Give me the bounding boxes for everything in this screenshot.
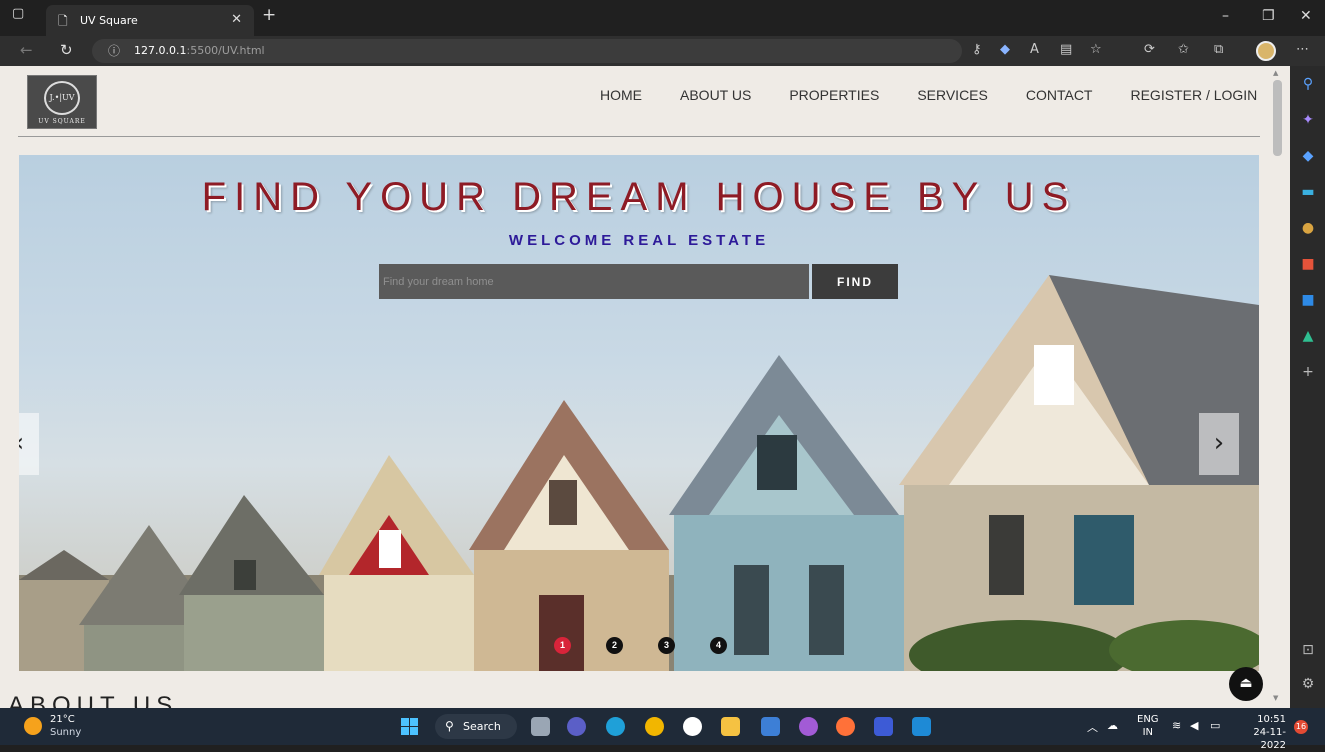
favorite-star-icon[interactable]: ☆: [1090, 42, 1102, 57]
collections-icon[interactable]: ⧉: [1214, 42, 1223, 57]
wifi-icon[interactable]: ≋: [1172, 719, 1181, 732]
weather-icon[interactable]: [24, 717, 42, 735]
start-button[interactable]: [401, 718, 418, 735]
drop-icon[interactable]: ▲: [1300, 328, 1316, 344]
minimize-icon[interactable]: –: [1222, 8, 1229, 24]
sidebar-toggle-icon[interactable]: ⊡: [1300, 642, 1316, 658]
taskbar: 21°C Sunny ⚲ Search ︿ ☁ ENG IN ≋ ◀ ▭ 10:…: [0, 708, 1325, 751]
read-aloud-icon[interactable]: A: [1030, 42, 1039, 57]
weather-temp: 21°C: [50, 714, 75, 725]
search-input[interactable]: [379, 264, 809, 299]
page-viewport: J.•|UV UV SQUARE HOME ABOUT US PROPERTIE…: [0, 66, 1290, 708]
browser-tab[interactable]: 🗋 UV Square ✕: [46, 5, 254, 36]
scrollbar-thumb[interactable]: [1273, 80, 1282, 156]
weather-condition: Sunny: [50, 727, 82, 738]
tab-title: UV Square: [80, 14, 138, 27]
new-tab-icon[interactable]: +: [262, 5, 276, 25]
url-field[interactable]: ⓘ 127.0.0.1:5500/UV.html: [92, 39, 962, 63]
battery-icon[interactable]: ▭: [1210, 719, 1220, 732]
clock[interactable]: 10:51 24-11-2022: [1236, 713, 1286, 752]
task-view-icon[interactable]: [531, 717, 550, 736]
back-icon[interactable]: ←: [20, 41, 33, 59]
close-window-icon[interactable]: ✕: [1300, 8, 1312, 24]
close-tab-icon[interactable]: ✕: [231, 12, 242, 27]
hero-title: FIND YOUR DREAM HOUSE BY US: [201, 175, 1077, 219]
volume-icon[interactable]: ◀: [1190, 719, 1198, 732]
meet-icon[interactable]: [567, 717, 586, 736]
slide-dot[interactable]: 1: [554, 637, 571, 654]
scrollbar-track[interactable]: [1270, 66, 1286, 708]
restore-icon[interactable]: ❐: [1262, 8, 1275, 24]
hero-slider: FIND YOUR DREAM HOUSE BY US WELCOME REAL…: [19, 155, 1259, 671]
refresh-icon[interactable]: ↻: [60, 41, 73, 59]
app-icon[interactable]: [874, 717, 893, 736]
notification-badge[interactable]: 16: [1294, 720, 1308, 734]
vscode-icon[interactable]: [912, 717, 931, 736]
back-to-top-button[interactable]: ⏏: [1229, 667, 1263, 701]
shopping-tag-icon[interactable]: ◆: [1000, 42, 1010, 57]
profile-avatar[interactable]: [1256, 41, 1276, 61]
scroll-up-icon[interactable]: ▲: [1273, 69, 1278, 77]
mail-icon[interactable]: [761, 717, 780, 736]
edge-sidebar: ⚲ ✦ ◆ ▬ ● ■ ■ ▲ + ⊡ ⚙: [1290, 66, 1325, 708]
file-explorer-icon[interactable]: [721, 717, 740, 736]
tray-chevron-icon[interactable]: ︿: [1087, 719, 1098, 735]
next-slide-button[interactable]: ›: [1199, 413, 1239, 475]
workspaces-icon[interactable]: ▢: [12, 6, 24, 21]
settings-icon[interactable]: ⚙: [1300, 676, 1316, 692]
tools-icon[interactable]: ▬: [1300, 184, 1316, 200]
slide-dot[interactable]: 2: [606, 637, 623, 654]
games-icon[interactable]: ●: [1300, 220, 1316, 236]
nav-services[interactable]: SERVICES: [917, 87, 988, 109]
taskbar-search[interactable]: ⚲ Search: [435, 714, 517, 739]
more-menu-icon[interactable]: ⋯: [1296, 42, 1309, 57]
site-logo[interactable]: J.•|UV UV SQUARE: [27, 75, 97, 129]
logo-text: UV SQUARE: [38, 118, 86, 125]
slide-dot[interactable]: 3: [658, 637, 675, 654]
add-icon[interactable]: +: [1300, 364, 1316, 380]
logo-seal: J.•|UV: [44, 81, 80, 115]
scroll-down-icon[interactable]: ▼: [1273, 694, 1278, 702]
main-nav: HOME ABOUT US PROPERTIES SERVICES CONTAC…: [600, 87, 1257, 109]
page-icon: 🗋: [58, 14, 68, 28]
app-icon[interactable]: [799, 717, 818, 736]
app-icon[interactable]: [683, 717, 702, 736]
shopping-icon[interactable]: ◆: [1300, 148, 1316, 164]
find-button[interactable]: FIND: [812, 264, 898, 299]
favorites-icon[interactable]: ✩: [1178, 42, 1189, 57]
nav-divider: [18, 136, 1260, 137]
firefox-icon[interactable]: [836, 717, 855, 736]
nav-about-us[interactable]: ABOUT US: [680, 87, 751, 109]
cloud-icon[interactable]: ☁: [1107, 719, 1118, 732]
copilot-icon[interactable]: ✦: [1300, 112, 1316, 128]
search-label: Search: [463, 720, 501, 733]
address-bar: ← ↻ ⓘ 127.0.0.1:5500/UV.html ⚷ ◆ A ▤ ☆ ⟳…: [0, 36, 1325, 66]
about-us-heading: ABOUT US: [8, 692, 179, 708]
language-indicator[interactable]: ENG IN: [1137, 713, 1159, 739]
nav-properties[interactable]: PROPERTIES: [789, 87, 879, 109]
key-icon[interactable]: ⚷: [972, 42, 982, 57]
search-icon[interactable]: ⚲: [1300, 76, 1316, 92]
nav-contact[interactable]: CONTACT: [1026, 87, 1093, 109]
extension-icon[interactable]: ⟳: [1144, 42, 1155, 57]
nav-register-login[interactable]: REGISTER / LOGIN: [1130, 87, 1257, 109]
hero-subtitle: WELCOME REAL ESTATE: [508, 232, 770, 249]
browser-tab-bar: ▢ 🗋 UV Square ✕ + – ❐ ✕: [0, 0, 1325, 36]
immersive-reader-icon[interactable]: ▤: [1060, 42, 1072, 57]
nav-home[interactable]: HOME: [600, 87, 642, 109]
url-text: 127.0.0.1:5500/UV.html: [134, 44, 265, 57]
slide-dot[interactable]: 4: [710, 637, 727, 654]
site-info-icon[interactable]: ⓘ: [108, 42, 120, 59]
outlook-icon[interactable]: ■: [1300, 292, 1316, 308]
search-icon: ⚲: [445, 719, 454, 733]
edge-icon[interactable]: [606, 717, 625, 736]
prev-slide-button[interactable]: ‹: [19, 413, 39, 475]
slide-indicators: 1 2 3 4: [554, 637, 762, 654]
chrome-icon[interactable]: [645, 717, 664, 736]
office-icon[interactable]: ■: [1300, 256, 1316, 272]
